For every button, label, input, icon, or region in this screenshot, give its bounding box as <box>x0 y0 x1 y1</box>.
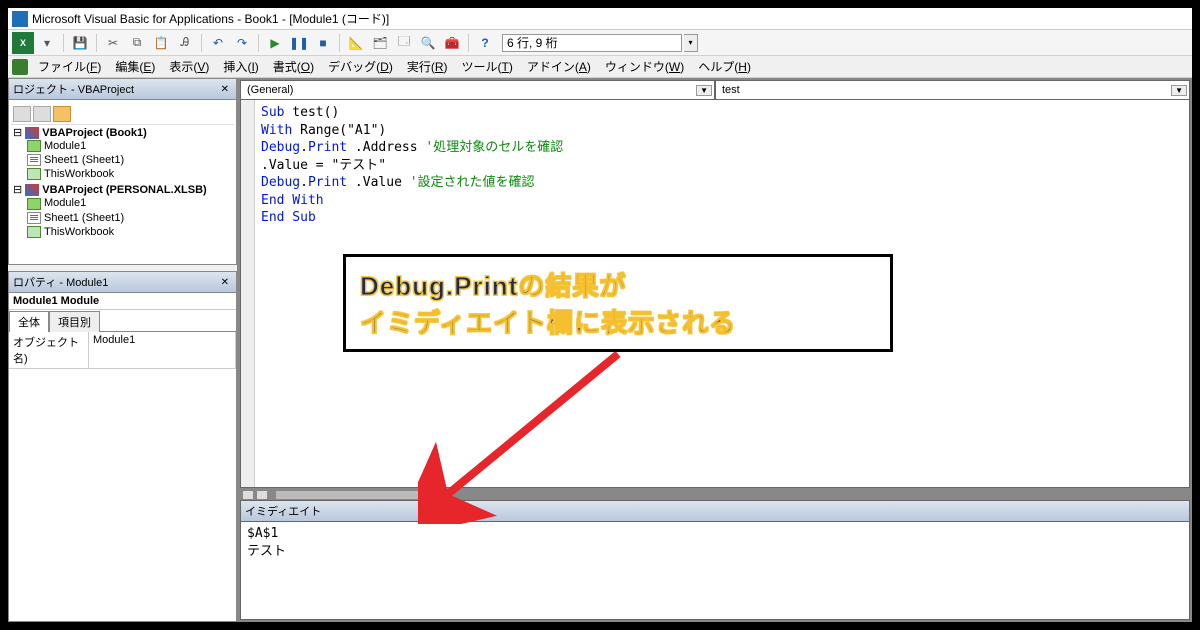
menu-view[interactable]: 表示(V) <box>163 56 215 77</box>
view-switch-icon[interactable] <box>256 490 268 500</box>
menu-run[interactable]: 実行(R) <box>401 56 454 77</box>
status-dropdown-icon[interactable]: ▾ <box>684 34 698 52</box>
design-mode-icon[interactable]: 📐 <box>345 32 367 54</box>
menu-file[interactable]: ファイル(F) <box>32 56 107 77</box>
app-icon <box>12 11 28 27</box>
menu-addins[interactable]: アドイン(A) <box>521 56 597 77</box>
break-icon[interactable]: ❚❚ <box>288 32 310 54</box>
properties-object-selector[interactable]: Module1 Module <box>9 293 236 310</box>
view-code-icon[interactable] <box>13 106 31 122</box>
tree-thisworkbook[interactable]: ThisWorkbook <box>27 167 234 181</box>
window-title: Microsoft Visual Basic for Applications … <box>32 10 389 27</box>
menubar: ファイル(F) 編集(E) 表示(V) 挿入(I) 書式(O) デバッグ(D) … <box>8 56 1192 78</box>
pane-splitter[interactable] <box>240 490 1190 500</box>
tree-project-book1[interactable]: ⊟ VBAProject (Book1) Module1 Sheet1 (She… <box>13 125 234 182</box>
reset-icon[interactable]: ■ <box>312 32 334 54</box>
menu-insert[interactable]: 挿入(I) <box>217 56 264 77</box>
object-browser-icon[interactable]: 🔍 <box>417 32 439 54</box>
excel-icon[interactable]: X <box>12 32 34 54</box>
horizontal-scrollbar[interactable] <box>276 491 436 499</box>
property-row-name[interactable]: オブジェクト名) Module1 <box>9 332 236 369</box>
chevron-down-icon: ▼ <box>696 85 712 96</box>
cursor-position-field: 6 行, 9 桁 <box>502 34 682 52</box>
tree-sheet1[interactable]: Sheet1 (Sheet1) <box>27 153 234 167</box>
project-explorer-icon[interactable]: 🗂 <box>369 32 391 54</box>
left-pane: ロジェクト - VBAProject ✕ ⊟ VBAProject (Book1… <box>8 78 238 622</box>
run-icon[interactable]: ▶ <box>264 32 286 54</box>
toolbar-main: X ▾ 💾 ✂ ⧉ 📋 Ꭿ ↶ ↷ ▶ ❚❚ ■ 📐 🗂 🗔 🔍 🧰 ? 6 行… <box>8 30 1192 56</box>
project-explorer[interactable]: ⊟ VBAProject (Book1) Module1 Sheet1 (She… <box>8 100 237 265</box>
app-window: Microsoft Visual Basic for Applications … <box>0 0 1200 630</box>
toolbox-icon[interactable]: 🧰 <box>441 32 463 54</box>
properties-tab-all[interactable]: 全体 <box>9 311 49 332</box>
format-painter-icon[interactable]: Ꭿ <box>174 32 196 54</box>
code-gutter <box>241 100 255 487</box>
menu-debug[interactable]: デバッグ(D) <box>322 56 399 77</box>
titlebar: Microsoft Visual Basic for Applications … <box>8 8 1192 30</box>
toggle-folders-icon[interactable] <box>53 106 71 122</box>
object-dropdown[interactable]: (General)▼ <box>240 80 715 100</box>
procedure-dropdown[interactable]: test▼ <box>715 80 1190 100</box>
project-panel-close-icon[interactable]: ✕ <box>218 84 232 95</box>
properties-panel-close-icon[interactable]: ✕ <box>218 277 232 288</box>
vba-module-icon <box>12 59 28 75</box>
tree-project-personal[interactable]: ⊟ VBAProject (PERSONAL.XLSB) Module1 She… <box>13 182 234 239</box>
immediate-output-line: テスト <box>247 543 1183 561</box>
properties-tab-categorized[interactable]: 項目別 <box>49 311 100 332</box>
view-object-icon[interactable] <box>33 106 51 122</box>
project-panel-header: ロジェクト - VBAProject ✕ <box>8 78 237 100</box>
immediate-output-line: $A$1 <box>247 525 1183 543</box>
immediate-window[interactable]: $A$1 テスト <box>240 522 1190 620</box>
cut-icon[interactable]: ✂ <box>102 32 124 54</box>
tree-thisworkbook-personal[interactable]: ThisWorkbook <box>27 225 234 239</box>
properties-panel: Module1 Module 全体 項目別 オブジェクト名) Module1 <box>8 293 237 622</box>
callout-line1: Debug.Printの結果が <box>360 266 876 303</box>
menu-window[interactable]: ウィンドウ(W) <box>599 56 690 77</box>
redo-icon[interactable]: ↷ <box>231 32 253 54</box>
callout-line2: イミディエイト欄に表示される <box>360 303 876 340</box>
paste-icon[interactable]: 📋 <box>150 32 172 54</box>
properties-icon[interactable]: 🗔 <box>393 32 415 54</box>
undo-icon[interactable]: ↶ <box>207 32 229 54</box>
help-icon[interactable]: ? <box>474 32 496 54</box>
copy-icon[interactable]: ⧉ <box>126 32 148 54</box>
menu-tools[interactable]: ツール(T) <box>456 56 519 77</box>
tree-module1-personal[interactable]: Module1 <box>27 196 234 210</box>
menu-format[interactable]: 書式(O) <box>267 56 320 77</box>
tree-module1[interactable]: Module1 <box>27 139 234 153</box>
toolbar-dropdown-icon[interactable]: ▾ <box>36 32 58 54</box>
annotation-callout: Debug.Printの結果が イミディエイト欄に表示される <box>343 254 893 352</box>
chevron-down-icon: ▼ <box>1171 85 1187 96</box>
tree-sheet1-personal[interactable]: Sheet1 (Sheet1) <box>27 211 234 225</box>
immediate-panel-header: イミディエイト <box>240 500 1190 522</box>
menu-help[interactable]: ヘルプ(H) <box>692 56 757 77</box>
menu-edit[interactable]: 編集(E) <box>109 56 161 77</box>
properties-panel-header: ロパティ - Module1 ✕ <box>8 271 237 293</box>
save-icon[interactable]: 💾 <box>69 32 91 54</box>
view-switch-icon[interactable] <box>242 490 254 500</box>
